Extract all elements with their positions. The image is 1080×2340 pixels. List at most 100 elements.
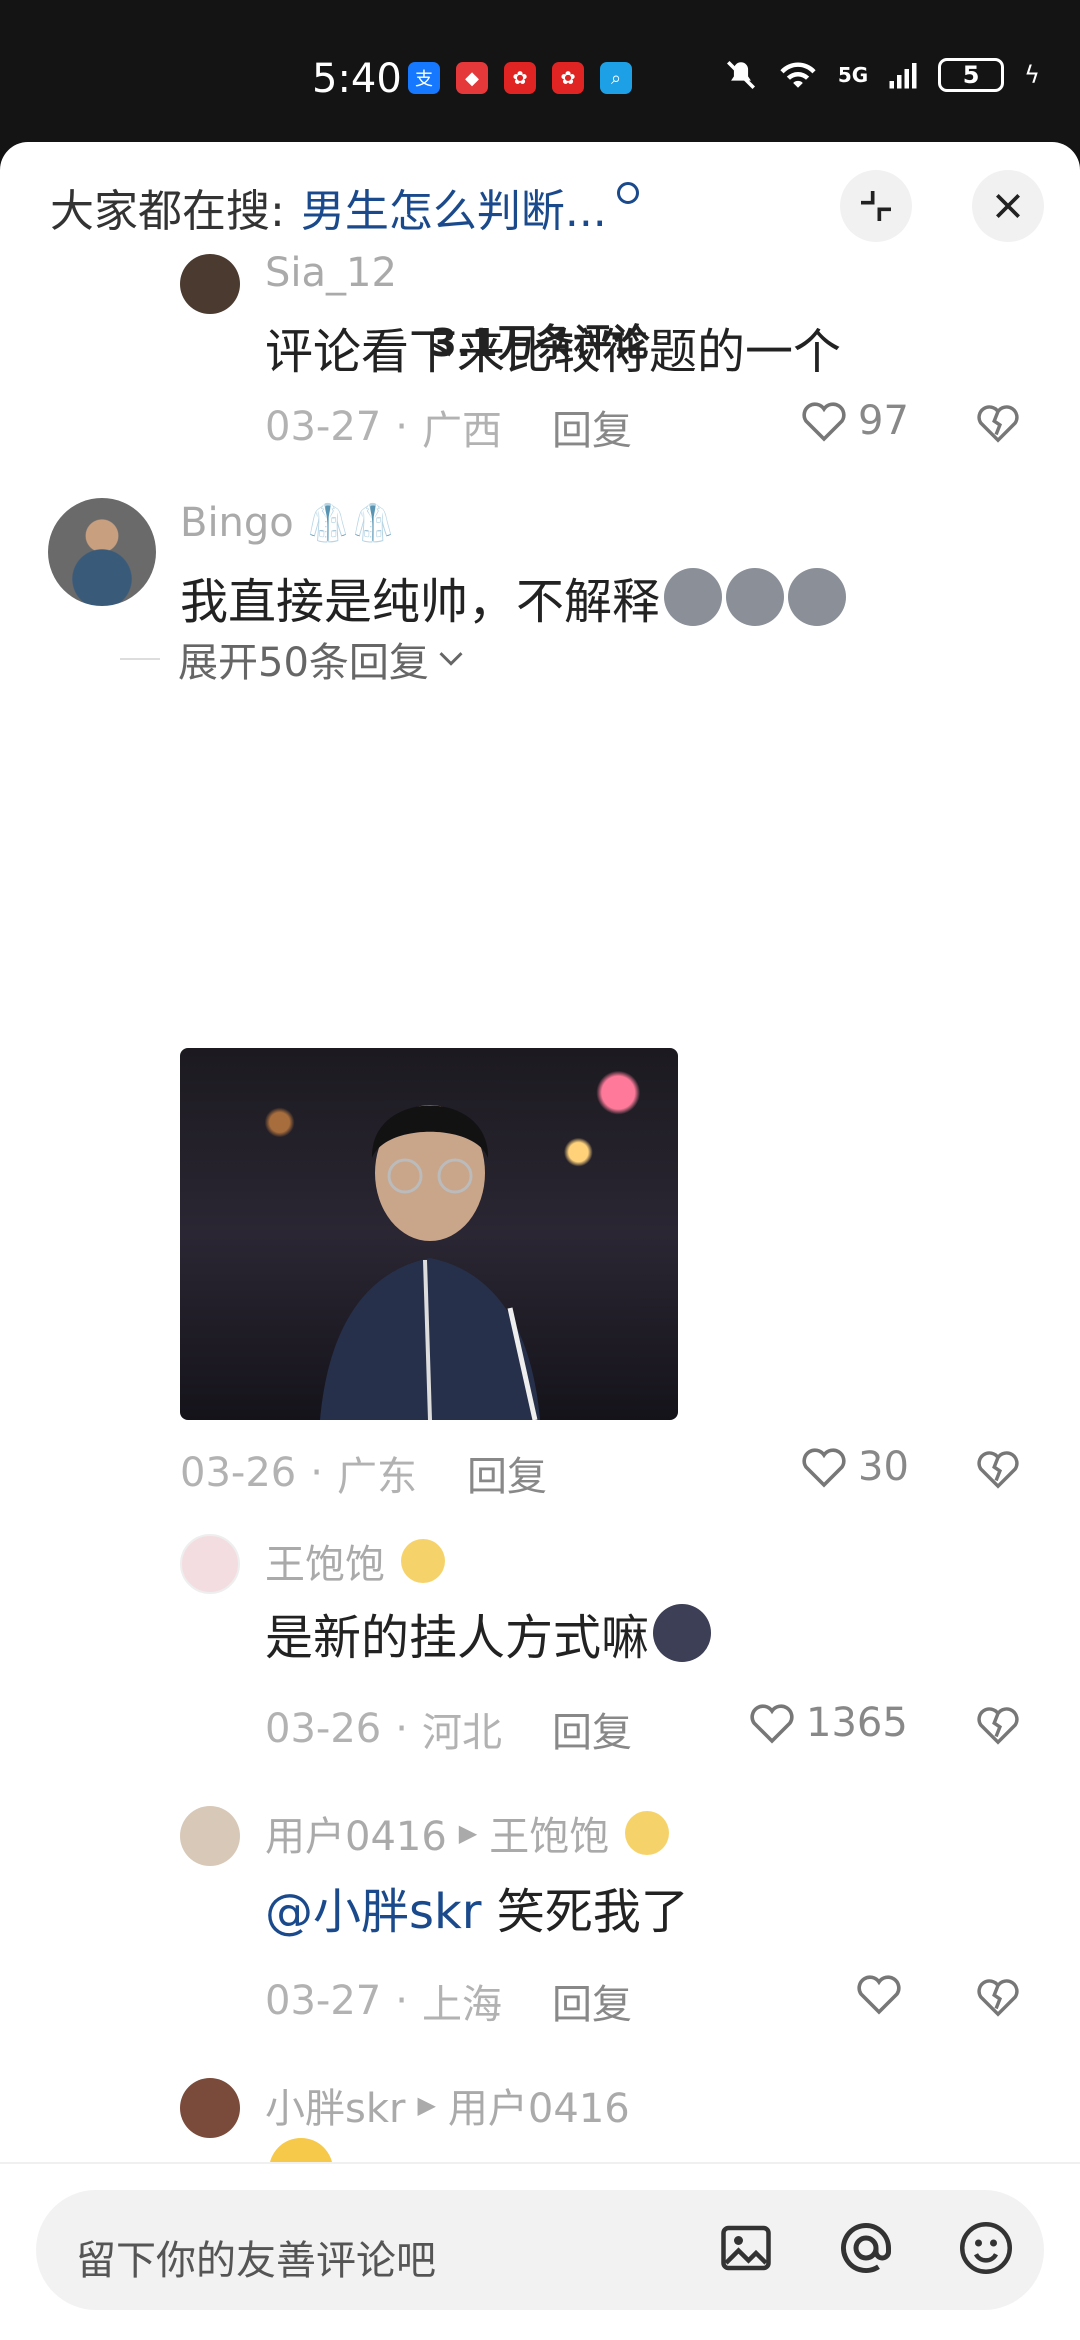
like-button[interactable]: 97 xyxy=(800,398,909,444)
comment-date: 03-27 xyxy=(265,1978,382,2024)
status-time: 5:40 xyxy=(312,56,402,102)
mention-link[interactable]: @小胖skr xyxy=(265,1872,482,1942)
heart-icon xyxy=(802,1448,846,1488)
reply-button[interactable]: 回复 xyxy=(552,1700,632,1758)
search-app-icon: ⌕ xyxy=(600,62,632,94)
comment-input[interactable]: 留下你的友善评论吧 xyxy=(36,2190,1044,2310)
comment-text-body: 我直接是纯帅，不解释 xyxy=(180,574,661,630)
status-bar: 5:40 支 ◆ ✿ ✿ ⌕ 5G 5 ϟ xyxy=(0,0,1080,150)
reply-button[interactable]: 回复 xyxy=(467,1444,547,1502)
comment-username[interactable]: 用户0416 ▶ 王饱饱 xyxy=(265,1804,670,1862)
smile-emoji-icon xyxy=(401,1539,445,1583)
comment-text-body: 笑死我了 xyxy=(481,1884,689,1940)
comment-meta: 03-27 · 广西 回复 xyxy=(265,398,632,456)
username-text: 王饱饱 xyxy=(265,1542,385,1588)
avatar[interactable] xyxy=(180,254,240,314)
mention-icon[interactable] xyxy=(836,2218,896,2278)
comment-location: 上海 xyxy=(421,1982,502,2028)
comment-location: 河北 xyxy=(421,1710,502,1756)
comment-input-bar: 留下你的友善评论吧 xyxy=(0,2162,1080,2340)
like-count: 97 xyxy=(858,398,909,444)
battery-icon: 5 xyxy=(938,58,1005,92)
wifi-icon xyxy=(780,62,816,88)
status-right: 5G 5 ϟ xyxy=(724,58,1040,92)
husky-emoji-icon xyxy=(726,568,785,626)
emoji-icon[interactable] xyxy=(956,2218,1016,2278)
comment-date: 03-27 xyxy=(265,404,382,450)
close-button[interactable] xyxy=(972,170,1044,242)
expand-replies-label: 展开50条回复 xyxy=(178,640,429,686)
avatar[interactable] xyxy=(180,2078,240,2138)
huawei-icon: ◆ xyxy=(456,62,488,94)
avatar[interactable] xyxy=(180,1806,240,1866)
expand-replies-button[interactable]: 展开50条回复 xyxy=(178,630,465,688)
comment-location: 广东 xyxy=(336,1454,417,1500)
reply-button[interactable]: 回复 xyxy=(552,1972,632,2030)
collapse-button[interactable] xyxy=(840,170,912,242)
like-count: 1365 xyxy=(806,1700,908,1746)
dislike-button[interactable] xyxy=(975,1976,1021,2022)
comment-input-placeholder: 留下你的友善评论吧 xyxy=(76,2238,436,2284)
suggested-search[interactable]: 大家都在搜: 男生怎么判断... xyxy=(50,172,1080,242)
comments-sheet: 大家都在搜: 男生怎么判断... 3.1万条评论 Sia_12 评论看下来比较符… xyxy=(0,142,1080,2340)
charging-icon: ϟ xyxy=(1024,61,1040,89)
dislike-button[interactable] xyxy=(975,1448,1021,1494)
collapse-icon xyxy=(861,191,891,221)
comment-date: 03-26 xyxy=(265,1706,382,1752)
badge-icon: 🥼🥼 xyxy=(305,503,396,544)
search-icon xyxy=(616,182,639,204)
comment-username[interactable]: Sia_12 xyxy=(265,250,397,296)
reply-to-username[interactable]: 用户0416 xyxy=(448,2076,630,2134)
comment-meta: 03-27 · 上海 回复 xyxy=(265,1972,632,2030)
alipay-icon: 支 xyxy=(408,62,440,94)
reply-button[interactable]: 回复 xyxy=(552,398,632,456)
like-button[interactable]: 1365 xyxy=(748,1700,908,1746)
comment-meta: 03-26 · 广东 回复 xyxy=(180,1444,547,1502)
comment-location: 广西 xyxy=(421,408,502,454)
signal-icon xyxy=(889,63,917,89)
husky-emoji-icon xyxy=(664,568,723,626)
heart-icon xyxy=(802,402,846,442)
moon-face-emoji-icon xyxy=(653,1604,712,1662)
husky-emoji-icon xyxy=(788,568,847,626)
comment-date: 03-26 xyxy=(180,1450,297,1496)
comment-text: @小胖skr 笑死我了 xyxy=(265,1872,689,1942)
reply-arrow-icon: ▶ xyxy=(417,2091,436,2119)
person-photo xyxy=(320,1105,540,1420)
comment-username[interactable]: 小胖skr ▶ 用户0416 xyxy=(265,2076,630,2134)
dislike-button[interactable] xyxy=(975,1704,1021,1750)
reply-to-username[interactable]: 王饱饱 xyxy=(489,1804,609,1862)
username-text: 用户0416 xyxy=(265,1814,447,1860)
image-icon[interactable] xyxy=(716,2218,776,2278)
search-prefix: 大家都在搜: xyxy=(50,186,285,237)
search-term-link[interactable]: 男生怎么判断... xyxy=(301,175,607,239)
reply-arrow-icon: ▶ xyxy=(458,1819,478,1847)
username-text: 小胖skr xyxy=(265,2086,406,2132)
heart-icon xyxy=(750,1704,794,1744)
mute-icon xyxy=(726,60,755,90)
broken-heart-icon xyxy=(977,1707,1019,1745)
comment-text: 是新的挂人方式嘛 xyxy=(265,1598,712,1668)
broken-heart-icon xyxy=(977,405,1019,443)
app-icon-red-1: ✿ xyxy=(504,62,536,94)
like-count: 30 xyxy=(858,1444,909,1490)
avatar[interactable] xyxy=(48,498,156,606)
avatar[interactable] xyxy=(180,1534,240,1594)
comment-username[interactable]: 王饱饱 xyxy=(265,1532,445,1590)
close-icon xyxy=(996,194,1020,218)
chevron-down-icon xyxy=(439,652,463,666)
like-button[interactable] xyxy=(855,1972,903,2016)
comment-text-body: 是新的挂人方式嘛 xyxy=(265,1610,650,1666)
network-type: 5G xyxy=(837,63,869,87)
app-icon-red-2: ✿ xyxy=(552,62,584,94)
status-app-icons: 支 ◆ ✿ ✿ ⌕ xyxy=(408,62,632,94)
comment-meta: 03-26 · 河北 回复 xyxy=(265,1700,632,1758)
comment-photo[interactable] xyxy=(180,1048,678,1420)
expand-divider xyxy=(120,658,160,660)
smile-emoji-icon xyxy=(625,1811,670,1855)
comment-username[interactable]: Bingo 🥼🥼 xyxy=(180,500,395,546)
like-button[interactable]: 30 xyxy=(800,1444,909,1490)
comment-text: 我直接是纯帅，不解释 xyxy=(180,562,847,632)
dislike-button[interactable] xyxy=(975,402,1021,448)
broken-heart-icon xyxy=(977,1451,1019,1489)
